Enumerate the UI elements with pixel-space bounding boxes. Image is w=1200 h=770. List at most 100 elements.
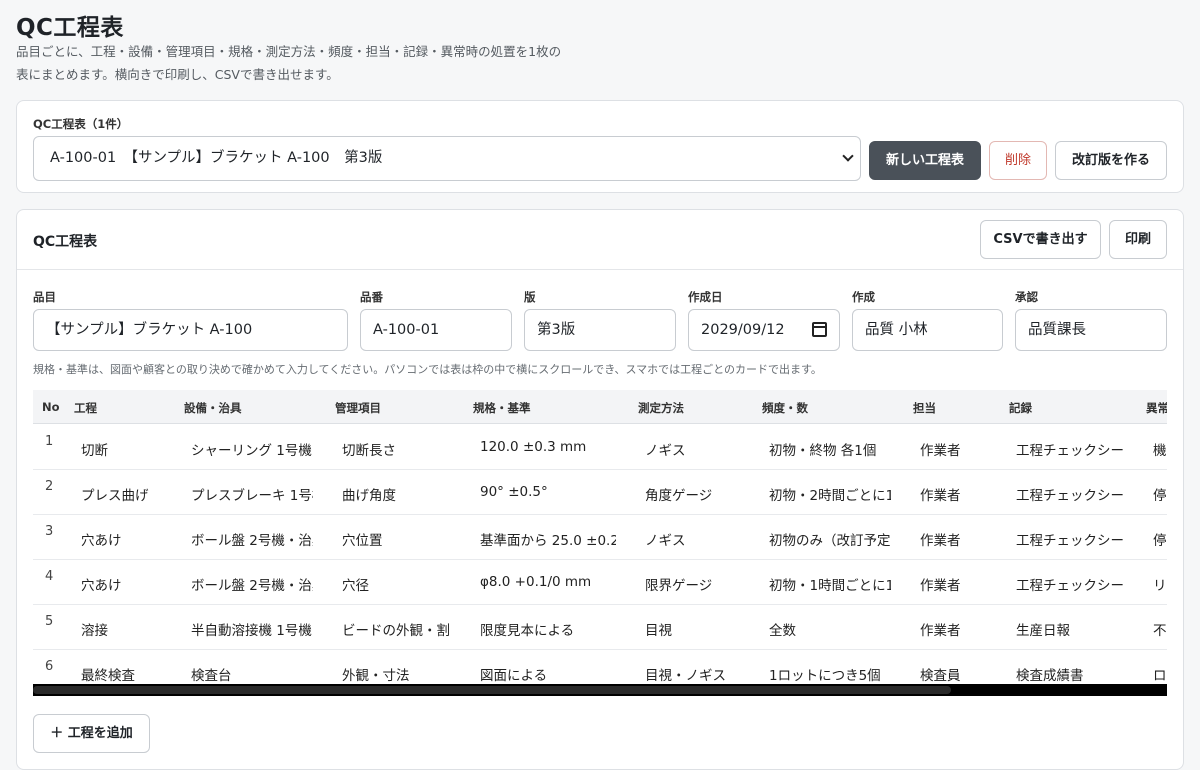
item-field[interactable]: 【サンプル】ブラケット A-100 <box>33 309 348 351</box>
cell-no: 3 <box>45 524 54 539</box>
cell-spec[interactable]: 限度見本による <box>480 619 616 639</box>
export-csv-button[interactable]: CSVで書き出す <box>980 220 1101 259</box>
part-no-label: 品番 <box>360 290 383 304</box>
cell-method[interactable]: 目視・ノギス <box>645 664 755 684</box>
cell-equipment[interactable]: プレスブレーキ 1号機 <box>191 484 313 504</box>
qc-sheet-card: QC工程表 CSVで書き出す 印刷 品目 【サンプル】ブラケット A-100 品… <box>16 209 1184 770</box>
cell-no: 1 <box>45 434 54 449</box>
cell-process[interactable]: 切断 <box>81 439 181 459</box>
table-row[interactable]: 5 溶接半自動溶接機 1号機 ビードの外観・割れ 限度見本による 目視全数 作業者生産日報… <box>33 605 1167 650</box>
sheet-selector-card: QC工程表（1件） A-100-01 【サンプル】ブラケット A-100 第3版… <box>16 100 1184 193</box>
delete-button[interactable]: 削除 <box>989 141 1047 180</box>
cell-control-item[interactable]: ビードの外観・割れ <box>342 619 450 639</box>
author-label: 作成 <box>852 290 875 304</box>
approver-label: 承認 <box>1015 290 1038 304</box>
cell-abnormal[interactable]: 機 <box>1153 439 1167 459</box>
cell-frequency[interactable]: 初物・終物 各1個 <box>769 439 891 459</box>
cell-equipment[interactable]: 半自動溶接機 1号機 <box>191 619 313 639</box>
cell-process[interactable]: 穴あけ <box>81 529 181 549</box>
created-date-field[interactable]: 2029/09/12 <box>688 309 840 351</box>
cell-process[interactable]: 穴あけ <box>81 574 181 594</box>
item-label: 品目 <box>33 290 56 304</box>
cell-record[interactable]: 工程チェックシート <box>1016 574 1124 594</box>
page-description-line2: 表にまとめます。横向きで印刷し、CSVで書き出せます。 <box>16 67 339 82</box>
cell-equipment[interactable]: ボール盤 2号機・治具 <box>191 529 313 549</box>
cell-record[interactable]: 生産日報 <box>1016 619 1124 639</box>
approver-field[interactable]: 品質課長 <box>1015 309 1167 351</box>
cell-record[interactable]: 工程チェックシート <box>1016 484 1124 504</box>
cell-process[interactable]: 溶接 <box>81 619 181 639</box>
cell-equipment[interactable]: ボール盤 2号機・治具 <box>191 574 313 594</box>
cell-owner[interactable]: 作業者 <box>920 439 1000 459</box>
cell-owner[interactable]: 作業者 <box>920 574 1000 594</box>
cell-spec[interactable]: 120.0 ±0.3 mm <box>480 439 616 455</box>
cell-owner[interactable]: 検査員 <box>920 664 1000 684</box>
cell-owner[interactable]: 作業者 <box>920 529 1000 549</box>
cell-frequency[interactable]: 全数 <box>769 619 891 639</box>
cell-spec[interactable]: φ8.0 +0.1/0 mm <box>480 574 616 590</box>
sheet-selector-label: QC工程表（1件） <box>33 117 129 131</box>
cell-abnormal[interactable]: 停 <box>1153 484 1167 504</box>
calendar-icon[interactable] <box>812 322 827 337</box>
part-no-field[interactable]: A-100-01 <box>360 309 512 351</box>
cell-abnormal[interactable]: リ <box>1153 574 1167 594</box>
cell-method[interactable]: 限界ゲージ <box>645 574 755 594</box>
cell-process[interactable]: プレス曲げ <box>81 484 181 504</box>
cell-frequency[interactable]: 初物・2時間ごとに1個 <box>769 484 891 504</box>
cell-record[interactable]: 工程チェックシート <box>1016 529 1124 549</box>
cell-owner[interactable]: 作業者 <box>920 484 1000 504</box>
cell-record[interactable]: 検査成績書 <box>1016 664 1124 684</box>
cell-equipment[interactable]: 検査台 <box>191 664 313 684</box>
cell-method[interactable]: 目視 <box>645 619 755 639</box>
cell-record[interactable]: 工程チェックシート <box>1016 439 1124 459</box>
create-revision-button[interactable]: 改訂版を作る <box>1055 141 1167 180</box>
cell-owner[interactable]: 作業者 <box>920 619 1000 639</box>
cell-method[interactable]: 角度ゲージ <box>645 484 755 504</box>
version-field[interactable]: 第3版 <box>524 309 676 351</box>
col-header-control-item: 管理項目 <box>335 401 381 415</box>
cell-spec[interactable]: 基準面から 25.0 ±0.2 <box>480 529 616 549</box>
cell-no: 6 <box>45 659 54 674</box>
horizontal-scrollbar[interactable] <box>33 684 1167 696</box>
col-header-process: 工程 <box>74 401 97 415</box>
print-button[interactable]: 印刷 <box>1109 220 1167 259</box>
input-note: 規格・基準は、図面や顧客との取り決めで確かめて入力してください。パソコンでは表は… <box>33 363 822 376</box>
cell-control-item[interactable]: 曲げ角度 <box>342 484 450 504</box>
sheet-select[interactable]: A-100-01 【サンプル】ブラケット A-100 第3版 <box>33 136 861 181</box>
process-table[interactable]: No 工程 設備・治具 管理項目 規格・基準 測定方法 頻度・数 担当 記録 異… <box>33 390 1167 696</box>
cell-frequency[interactable]: 1ロットにつき5個 <box>769 664 891 684</box>
table-row[interactable]: 3 穴あけ ボール盤 2号機・治具 穴位置 基準面から 25.0 ±0.2 ノギス 初物のみ… <box>33 515 1167 560</box>
cell-method[interactable]: ノギス <box>645 529 755 549</box>
cell-process[interactable]: 最終検査 <box>81 664 181 684</box>
cell-abnormal[interactable]: 不 <box>1153 619 1167 639</box>
author-field[interactable]: 品質 小林 <box>852 309 1003 351</box>
page-title: QC工程表 <box>16 15 124 41</box>
cell-control-item[interactable]: 穴径 <box>342 574 450 594</box>
cell-abnormal[interactable]: 停 <box>1153 529 1167 549</box>
cell-control-item[interactable]: 外観・寸法 <box>342 664 450 684</box>
created-date-value: 2029/09/12 <box>701 322 785 338</box>
chevron-down-icon <box>842 150 854 162</box>
page-description: 品目ごとに、工程・設備・管理項目・規格・測定方法・頻度・担当・記録・異常時の処置… <box>16 40 576 86</box>
cell-control-item[interactable]: 穴位置 <box>342 529 450 549</box>
cell-spec[interactable]: 図面による <box>480 664 616 684</box>
cell-abnormal[interactable]: ロ <box>1153 664 1167 684</box>
cell-control-item[interactable]: 切断長さ <box>342 439 450 459</box>
scrollbar-thumb[interactable] <box>33 686 951 694</box>
col-header-frequency: 頻度・数 <box>762 401 808 415</box>
cell-method[interactable]: ノギス <box>645 439 755 459</box>
col-header-no: No <box>42 400 60 414</box>
cell-frequency[interactable]: 初物のみ（改訂予定） <box>769 529 891 549</box>
cell-spec[interactable]: 90° ±0.5° <box>480 484 616 500</box>
table-row[interactable]: 2 プレス曲げ プレスブレーキ 1号機 曲げ角度 90° ±0.5° 角度ゲージ 初物・2時… <box>33 470 1167 515</box>
cell-frequency[interactable]: 初物・1時間ごとに1個 <box>769 574 891 594</box>
new-sheet-button[interactable]: 新しい工程表 <box>869 141 981 180</box>
table-row[interactable]: 4 穴あけ ボール盤 2号機・治具 穴径 φ8.0 +0.1/0 mm 限界ゲージ 初物・1… <box>33 560 1167 605</box>
table-row[interactable]: 1 切断 シャーリング 1号機 切断長さ 120.0 ±0.3 mm ノギス 初物・終物 各… <box>33 425 1167 470</box>
cell-equipment[interactable]: シャーリング 1号機 <box>191 439 313 459</box>
col-header-abnormal: 異常 <box>1146 401 1167 415</box>
add-process-button[interactable]: ＋ 工程を追加 <box>33 714 150 753</box>
cell-no: 4 <box>45 569 54 584</box>
table-header: No 工程 設備・治具 管理項目 規格・基準 測定方法 頻度・数 担当 記録 異… <box>33 390 1167 424</box>
col-header-method: 測定方法 <box>638 401 684 415</box>
